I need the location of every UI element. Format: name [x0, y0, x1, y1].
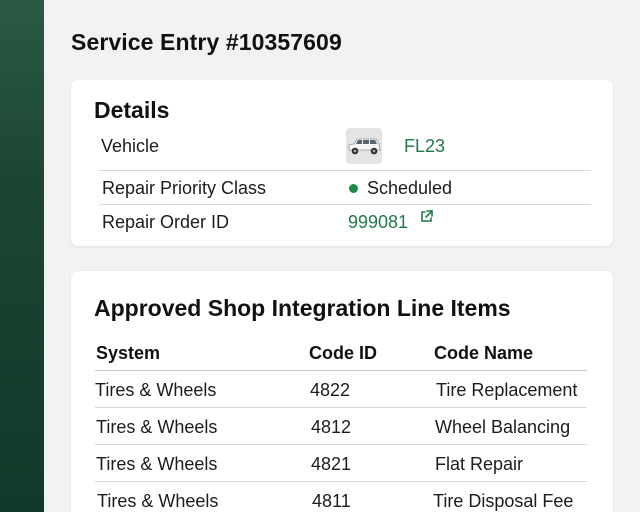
table-cell-code-name: Tire Disposal Fee: [433, 491, 574, 511]
header-divider: [95, 370, 587, 371]
details-divider: [99, 170, 591, 171]
table-cell-code-name: Tire Replacement: [436, 380, 578, 400]
details-card: Details Vehicle FL23 Repair Priority Cla…: [71, 80, 613, 246]
row-divider: [95, 407, 587, 408]
page-title: Service Entry #10357609: [71, 29, 342, 55]
table-cell-code-id: 4811: [312, 491, 351, 511]
table-cell-system: Tires & Wheels: [95, 380, 217, 400]
column-header-code-name[interactable]: Code Name: [434, 343, 533, 364]
table-cell-code-name: Flat Repair: [435, 454, 524, 474]
repair-order-link[interactable]: 999081: [348, 212, 408, 233]
table-cell-system: Tires & Wheels: [96, 454, 218, 474]
table-cell-code-id: 4812: [311, 417, 352, 437]
table-cell-code-id: 4821: [311, 454, 352, 474]
line-items-heading: Approved Shop Integration Line Items: [94, 295, 511, 321]
details-heading: Details: [94, 97, 170, 123]
details-divider: [99, 204, 591, 205]
line-items-card: Approved Shop Integration Line Items Sys…: [71, 271, 613, 512]
vehicle-label: Vehicle: [101, 136, 160, 156]
priority-value: Scheduled: [367, 178, 453, 198]
vehicle-link[interactable]: FL23: [404, 136, 445, 157]
table-cell-system: Tires & Wheels: [97, 491, 219, 511]
repair-order-label: Repair Order ID: [102, 212, 230, 232]
vehicle-thumbnail[interactable]: [346, 128, 382, 164]
table-cell-code-name: Wheel Balancing: [435, 417, 571, 437]
row-divider: [95, 481, 587, 482]
row-divider: [95, 444, 587, 445]
suv-photo-icon: [346, 128, 382, 164]
priority-label: Repair Priority Class: [102, 178, 267, 198]
sidebar: [0, 0, 44, 512]
status-dot-icon: [349, 184, 358, 193]
table-cell-system: Tires & Wheels: [96, 417, 218, 437]
column-header-system[interactable]: System: [96, 343, 160, 364]
column-header-code-id[interactable]: Code ID: [309, 343, 377, 364]
table-cell-code-id: 4822: [310, 380, 351, 400]
external-link-icon[interactable]: [419, 209, 434, 224]
